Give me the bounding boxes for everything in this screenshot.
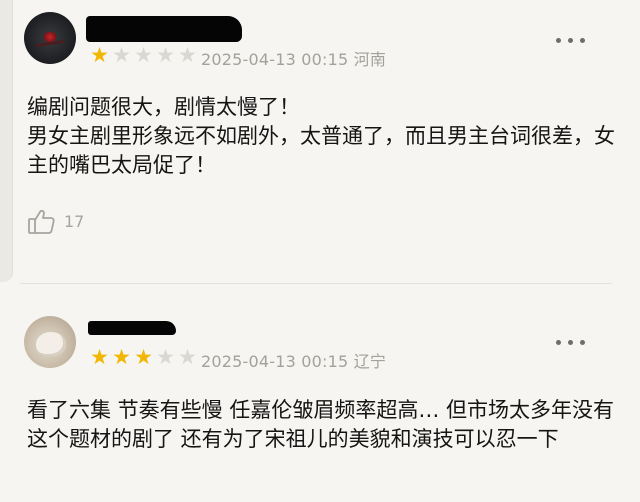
more-icon[interactable] xyxy=(556,340,585,345)
more-dot xyxy=(580,340,585,345)
more-dot xyxy=(556,340,561,345)
star-icon-empty: ★ xyxy=(178,345,197,369)
more-dot xyxy=(568,340,573,345)
review-meta: 2025-04-13 00:15 河南 xyxy=(201,46,386,70)
flower-stem xyxy=(35,40,65,47)
star-icon-filled: ★ xyxy=(134,345,153,369)
review-comment: 编剧问题很大，剧情太慢了！ 男女主剧里形象远不如剧外，太普通了，而且男主台词很差… xyxy=(27,95,615,177)
review-location: 辽宁 xyxy=(353,352,387,371)
review-date: 2025-04-13 00:15 xyxy=(201,50,349,69)
star-icon-empty: ★ xyxy=(156,345,175,369)
like-count: 17 xyxy=(64,211,85,231)
divider xyxy=(20,283,612,284)
more-icon[interactable] xyxy=(556,38,585,43)
review-comment: 看了六集 节奏有些慢 任嘉伦皱眉频率超高… 但市场太多年没有这个题材的剧了 还有… xyxy=(27,398,615,451)
review-item: ★ ★ ★ ★ ★ 2025-04-13 00:15 辽宁 看了六集 节奏有些慢… xyxy=(0,292,640,502)
more-dot xyxy=(568,38,573,43)
star-rating: ★ ★ ★ ★ ★ xyxy=(89,347,198,368)
star-icon-empty: ★ xyxy=(112,43,131,67)
more-dot xyxy=(556,38,561,43)
username-redacted xyxy=(86,16,242,42)
like-button[interactable]: 17 xyxy=(26,206,84,236)
star-icon-empty: ★ xyxy=(134,43,153,67)
review-date: 2025-04-13 00:15 xyxy=(201,352,349,371)
star-icon-filled: ★ xyxy=(90,43,109,67)
review-item: ★ ★ ★ ★ ★ 2025-04-13 00:15 河南 编剧问题很大，剧情太… xyxy=(0,0,640,292)
review-location: 河南 xyxy=(353,50,387,69)
pet-image xyxy=(36,332,66,356)
username-redacted xyxy=(88,321,176,335)
star-icon-empty: ★ xyxy=(156,43,175,67)
review-meta: 2025-04-13 00:15 辽宁 xyxy=(201,348,386,372)
thumbs-up-icon xyxy=(26,206,56,236)
user-avatar[interactable] xyxy=(24,12,76,64)
star-icon-empty: ★ xyxy=(178,43,197,67)
star-rating: ★ ★ ★ ★ ★ xyxy=(89,45,198,66)
star-icon-filled: ★ xyxy=(90,345,109,369)
more-dot xyxy=(580,38,585,43)
user-avatar[interactable] xyxy=(24,316,76,368)
star-icon-filled: ★ xyxy=(112,345,131,369)
